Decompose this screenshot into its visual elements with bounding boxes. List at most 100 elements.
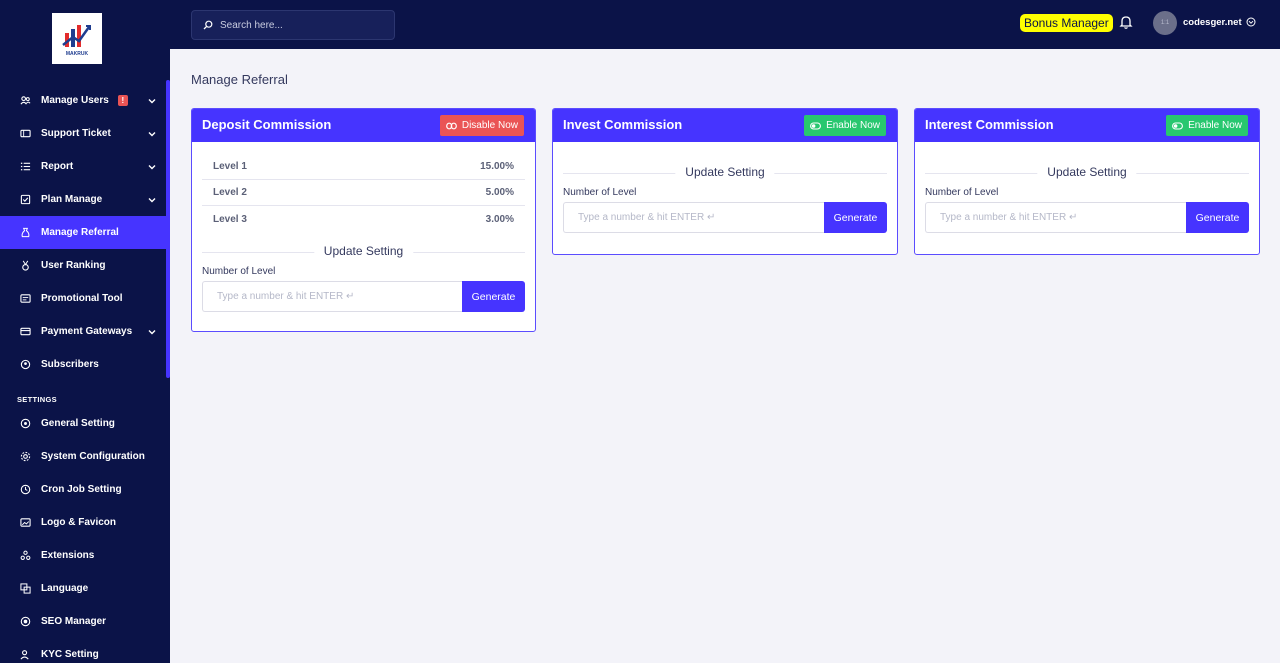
sidebar-item-general-setting[interactable]: General Setting (0, 407, 170, 440)
gear-icon (19, 451, 31, 463)
card-title: Invest Commission (563, 117, 683, 132)
bell-icon[interactable] (1118, 14, 1134, 30)
sidebar-item-logo-favicon[interactable]: Logo & Favicon (0, 506, 170, 539)
list-icon (19, 161, 31, 173)
search-icon (203, 20, 213, 30)
chevron-down-icon (148, 330, 156, 335)
level-number-input[interactable] (925, 202, 1186, 233)
button-label: Disable Now (461, 120, 518, 131)
search-box[interactable] (191, 10, 395, 40)
chevron-down-icon (148, 132, 156, 137)
sidebar-scrollbar[interactable] (166, 80, 170, 378)
sidebar-item-label: Report (41, 161, 74, 172)
disable-now-button[interactable]: Disable Now (439, 115, 524, 136)
level-number-input[interactable] (202, 281, 462, 312)
update-setting-divider: Update Setting (563, 161, 887, 185)
seo-icon (19, 616, 31, 628)
generate-form: Generate (925, 202, 1249, 233)
sidebar-item-label: Promotional Tool (41, 293, 123, 304)
users-icon (19, 95, 31, 107)
toggle-icon (1172, 121, 1184, 130)
button-label: Enable Now (1188, 120, 1242, 131)
topbar: Bonus Manager 1:1 codesger.net (170, 0, 1280, 49)
sidebar-item-kyc-setting[interactable]: KYC Setting (0, 638, 170, 663)
sidebar-item-extensions[interactable]: Extensions (0, 539, 170, 572)
level-number-input[interactable] (563, 202, 824, 233)
level-value: 5.00% (485, 187, 514, 198)
toggle-icon (810, 121, 822, 130)
update-setting-divider: Update Setting (925, 161, 1249, 185)
sidebar-item-support-ticket[interactable]: Support Ticket (0, 117, 170, 150)
medal-icon (19, 260, 31, 272)
sidebar-item-language[interactable]: Language (0, 572, 170, 605)
sidebar-item-system-configuration[interactable]: System Configuration (0, 440, 170, 473)
globe-icon (19, 418, 31, 430)
credit-card-icon (19, 326, 31, 338)
sidebar-item-promotional-tool[interactable]: Promotional Tool (0, 282, 170, 315)
site-logo[interactable]: MAKRUK (52, 13, 102, 64)
generate-form: Generate (563, 202, 887, 233)
sidebar-item-plan-manage[interactable]: Plan Manage (0, 183, 170, 216)
sidebar-item-label: Manage Referral (41, 227, 119, 238)
bonus-manager-link[interactable]: Bonus Manager (1020, 14, 1113, 32)
sidebar-item-label: Subscribers (41, 359, 99, 370)
logo-icon: MAKRUK (62, 24, 91, 57)
generate-button[interactable]: Generate (462, 281, 525, 312)
page-title: Manage Referral (191, 72, 288, 87)
update-setting-heading: Update Setting (675, 165, 775, 179)
extensions-icon (19, 550, 31, 562)
referral-icon (19, 227, 31, 239)
sidebar-item-user-ranking[interactable]: User Ranking (0, 249, 170, 282)
card-title: Deposit Commission (202, 117, 332, 132)
level-row: Level 2 5.00% (202, 180, 525, 206)
sidebar-item-label: KYC Setting (41, 649, 99, 660)
card-title: Interest Commission (925, 117, 1054, 132)
subscribers-icon (19, 359, 31, 371)
chevron-down-circle-icon[interactable] (1246, 17, 1256, 27)
level-name: Level 1 (213, 161, 247, 172)
card-header: Deposit Commission Disable Now (192, 109, 535, 142)
sidebar-item-payment-gateways[interactable]: Payment Gateways (0, 315, 170, 348)
enable-now-button[interactable]: Enable Now (1166, 115, 1248, 136)
update-setting-heading: Update Setting (1037, 165, 1137, 179)
sidebar-item-manage-users[interactable]: Manage Users ! (0, 84, 170, 117)
clock-icon (19, 484, 31, 496)
sidebar-item-subscribers[interactable]: Subscribers (0, 348, 170, 381)
card-header: Invest Commission Enable Now (553, 109, 897, 142)
image-icon (19, 517, 31, 529)
card-header: Interest Commission Enable Now (915, 109, 1259, 142)
level-name: Level 3 (213, 213, 247, 225)
sidebar-item-label: User Ranking (41, 260, 106, 271)
sidebar-item-label: Language (41, 583, 89, 594)
level-value: 3.00% (485, 213, 514, 225)
sidebar-item-cron-job-setting[interactable]: Cron Job Setting (0, 473, 170, 506)
username[interactable]: codesger.net (1183, 17, 1242, 28)
checkbox-icon (19, 194, 31, 206)
avatar[interactable]: 1:1 (1153, 11, 1177, 35)
update-setting-heading: Update Setting (313, 244, 414, 258)
search-input[interactable] (220, 19, 380, 31)
level-row: Level 3 3.00% (202, 206, 525, 232)
sidebar-item-report[interactable]: Report (0, 150, 170, 183)
sidebar-item-label: System Configuration (41, 451, 145, 462)
logo-text: MAKRUK (66, 51, 89, 57)
level-list: Level 1 15.00% Level 2 5.00% Level 3 3.0… (202, 154, 525, 232)
sidebar-item-label: Payment Gateways (41, 326, 133, 337)
language-icon (19, 583, 31, 595)
sidebar-item-manage-referral[interactable]: Manage Referral (0, 216, 170, 249)
level-row: Level 1 15.00% (202, 154, 525, 180)
generate-button[interactable]: Generate (1186, 202, 1249, 233)
number-of-level-label: Number of Level (925, 187, 999, 198)
sidebar: MAKRUK Manage Users ! Support Ticket Rep… (0, 0, 170, 663)
sidebar-item-label: Extensions (41, 550, 95, 561)
sidebar-item-label: Plan Manage (41, 194, 103, 205)
link-icon (445, 122, 457, 129)
kyc-icon (19, 649, 31, 661)
enable-now-button[interactable]: Enable Now (804, 115, 886, 136)
generate-button[interactable]: Generate (824, 202, 887, 233)
level-value: 15.00% (480, 161, 514, 172)
sidebar-item-label: General Setting (41, 418, 115, 429)
sidebar-item-label: Support Ticket (41, 128, 111, 139)
sidebar-item-seo-manager[interactable]: SEO Manager (0, 605, 170, 638)
level-name: Level 2 (213, 187, 247, 198)
